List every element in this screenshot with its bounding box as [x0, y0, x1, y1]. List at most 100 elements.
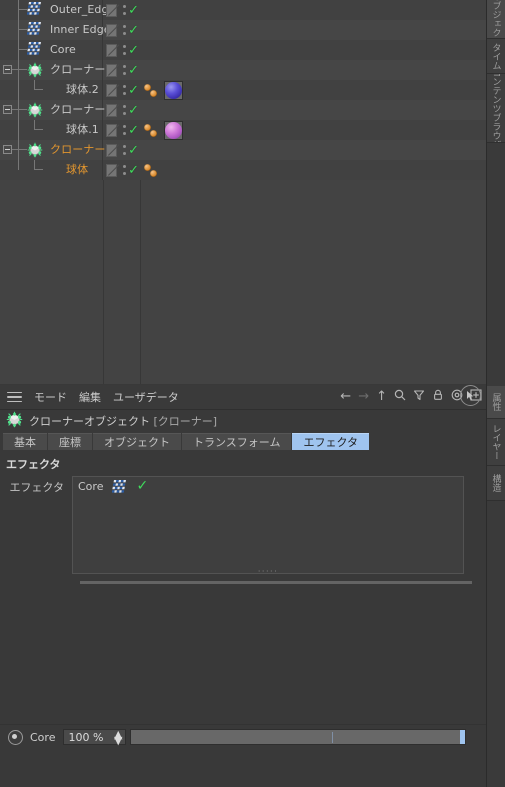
tag-dot-icon[interactable] [150, 89, 157, 97]
edit-mode-box[interactable] [106, 3, 117, 17]
arrow-up-icon[interactable]: ↑ [376, 390, 387, 404]
menu-mode[interactable]: モード [34, 389, 67, 405]
tab-1[interactable]: 座標 [48, 433, 92, 450]
table-row[interactable]: クローナー.1 ✓ [0, 100, 487, 120]
edit-mode-box[interactable] [106, 43, 117, 57]
list-resize-grip[interactable]: ····· [73, 567, 463, 576]
list-item[interactable]: Core ✓ [73, 477, 463, 495]
tab-4[interactable]: エフェクタ [292, 433, 370, 450]
tree-rail [18, 40, 19, 60]
table-row[interactable]: 球体.1 ✓ [0, 120, 487, 140]
right-vertical-tab-strip: オブジェクト タイム コンテンツブラウザ 属性 レイヤー 構造 [486, 0, 505, 787]
expander-toggle[interactable] [3, 105, 12, 114]
enabled-check-icon[interactable]: ✓ [128, 84, 139, 97]
expander-toggle[interactable] [3, 65, 12, 74]
tag-dot-icon[interactable] [150, 169, 157, 177]
core-value-input[interactable]: 100 % ▲ ▼ [63, 729, 127, 746]
tag-dot-icon[interactable] [144, 163, 151, 171]
tag-dot-icon[interactable] [150, 129, 157, 137]
tree-elbow-child [34, 169, 43, 170]
effector-item-enabled-check[interactable]: ✓ [136, 479, 148, 493]
tab-3[interactable]: トランスフォーム [182, 433, 292, 450]
table-row[interactable]: 球体 ✓ [0, 160, 487, 180]
visibility-dots-icon[interactable] [121, 44, 126, 57]
sidebar-item-time[interactable]: タイム [487, 39, 505, 74]
effector-field-label: エフェクタ [9, 481, 64, 494]
tree-rail [18, 0, 19, 20]
edit-mode-box[interactable] [106, 143, 117, 157]
edit-mode-box[interactable] [106, 163, 117, 177]
enabled-check-icon[interactable]: ✓ [128, 144, 139, 157]
table-row[interactable]: Outer_Edge ✓ [0, 0, 487, 20]
sidebar-item-content-browser[interactable]: コンテンツブラウザ [487, 74, 505, 143]
table-row[interactable]: クローナー.2 ✓ [0, 60, 487, 80]
tree-elbow [18, 69, 27, 70]
cinema4d-panel-stack: Outer_Edge ✓ Inner Edge ✓ Core ✓ クローナー.2 ✓ 球体.2 ✓… [0, 0, 505, 787]
tree-elbow [18, 109, 27, 110]
tab-0[interactable]: 基本 [3, 433, 47, 450]
filter-icon[interactable] [413, 389, 425, 405]
list-bottom-shadow [80, 581, 472, 584]
slider-handle[interactable] [460, 730, 465, 744]
menu-userdata[interactable]: ユーザデータ [113, 389, 179, 405]
core-value-slider[interactable] [130, 729, 466, 745]
search-icon[interactable] [394, 389, 406, 405]
edit-mode-box[interactable] [106, 123, 117, 137]
lock-icon[interactable] [432, 389, 444, 405]
visibility-dots-icon[interactable] [121, 124, 126, 137]
sidebar-item-layer[interactable]: レイヤー [487, 419, 505, 466]
enabled-check-icon[interactable]: ✓ [128, 44, 139, 57]
object-row-label: Core [50, 43, 76, 56]
enabled-check-icon[interactable]: ✓ [128, 164, 139, 177]
table-row[interactable]: Inner Edge ✓ [0, 20, 487, 40]
table-row[interactable]: クローナー ✓ [0, 140, 487, 160]
edit-mode-box[interactable] [106, 23, 117, 37]
object-row-tags [139, 120, 183, 140]
material-preview[interactable] [164, 120, 183, 140]
object-row-tree: 球体.2 [0, 80, 103, 100]
visibility-dots-icon[interactable] [121, 24, 126, 37]
object-row-tags [139, 40, 144, 60]
edit-mode-box[interactable] [106, 83, 117, 97]
spinner-icon[interactable]: ▲ ▼ [114, 729, 122, 746]
sidebar-label-time: タイム [490, 42, 501, 70]
visibility-dots-icon[interactable] [121, 64, 126, 77]
cursor-picker-icon[interactable] [460, 385, 481, 406]
enabled-check-icon[interactable]: ✓ [128, 124, 139, 137]
material-preview[interactable] [164, 80, 183, 100]
expander-toggle[interactable] [3, 145, 12, 154]
edit-mode-box[interactable] [106, 63, 117, 77]
table-row[interactable]: 球体.2 ✓ [0, 80, 487, 100]
core-param-label: Core [30, 730, 56, 744]
arrow-left-icon[interactable]: ← [340, 390, 351, 404]
radio-selected-icon[interactable] [8, 729, 23, 745]
enabled-check-icon[interactable]: ✓ [128, 104, 139, 117]
arrow-right-icon[interactable]: → [358, 390, 369, 404]
enabled-check-icon[interactable]: ✓ [128, 24, 139, 37]
visibility-dots-icon[interactable] [121, 4, 126, 17]
enabled-check-icon[interactable]: ✓ [128, 64, 139, 77]
attribute-object-title: クローナーオブジェクト [クローナー] [0, 410, 487, 432]
menu-edit[interactable]: 編集 [79, 389, 101, 405]
effector-array-icon [26, 22, 42, 39]
table-row[interactable]: Core ✓ [0, 40, 487, 60]
tree-elbow [18, 149, 27, 150]
object-row-tags [139, 100, 144, 120]
hamburger-icon[interactable] [7, 391, 22, 403]
visibility-dots-icon[interactable] [121, 104, 126, 117]
visibility-dots-icon[interactable] [121, 144, 126, 157]
enabled-check-icon[interactable]: ✓ [128, 4, 139, 17]
visibility-dots-icon[interactable] [121, 164, 126, 177]
sidebar-item-structure[interactable]: 構造 [487, 466, 505, 501]
sidebar-item-objects[interactable]: オブジェクト [487, 0, 505, 39]
edit-mode-box[interactable] [106, 103, 117, 117]
sidebar-item-attributes[interactable]: 属性 [487, 386, 505, 419]
tab-2[interactable]: オブジェクト [93, 433, 181, 450]
effector-array-icon [26, 2, 42, 19]
tag-dot-icon[interactable] [144, 123, 151, 131]
object-row-label: 球体.2 [66, 83, 99, 96]
tag-dot-icon[interactable] [144, 83, 151, 91]
effector-list-box[interactable]: Core ✓ ····· [72, 476, 464, 576]
object-row-tags [139, 20, 144, 40]
visibility-dots-icon[interactable] [121, 84, 126, 97]
